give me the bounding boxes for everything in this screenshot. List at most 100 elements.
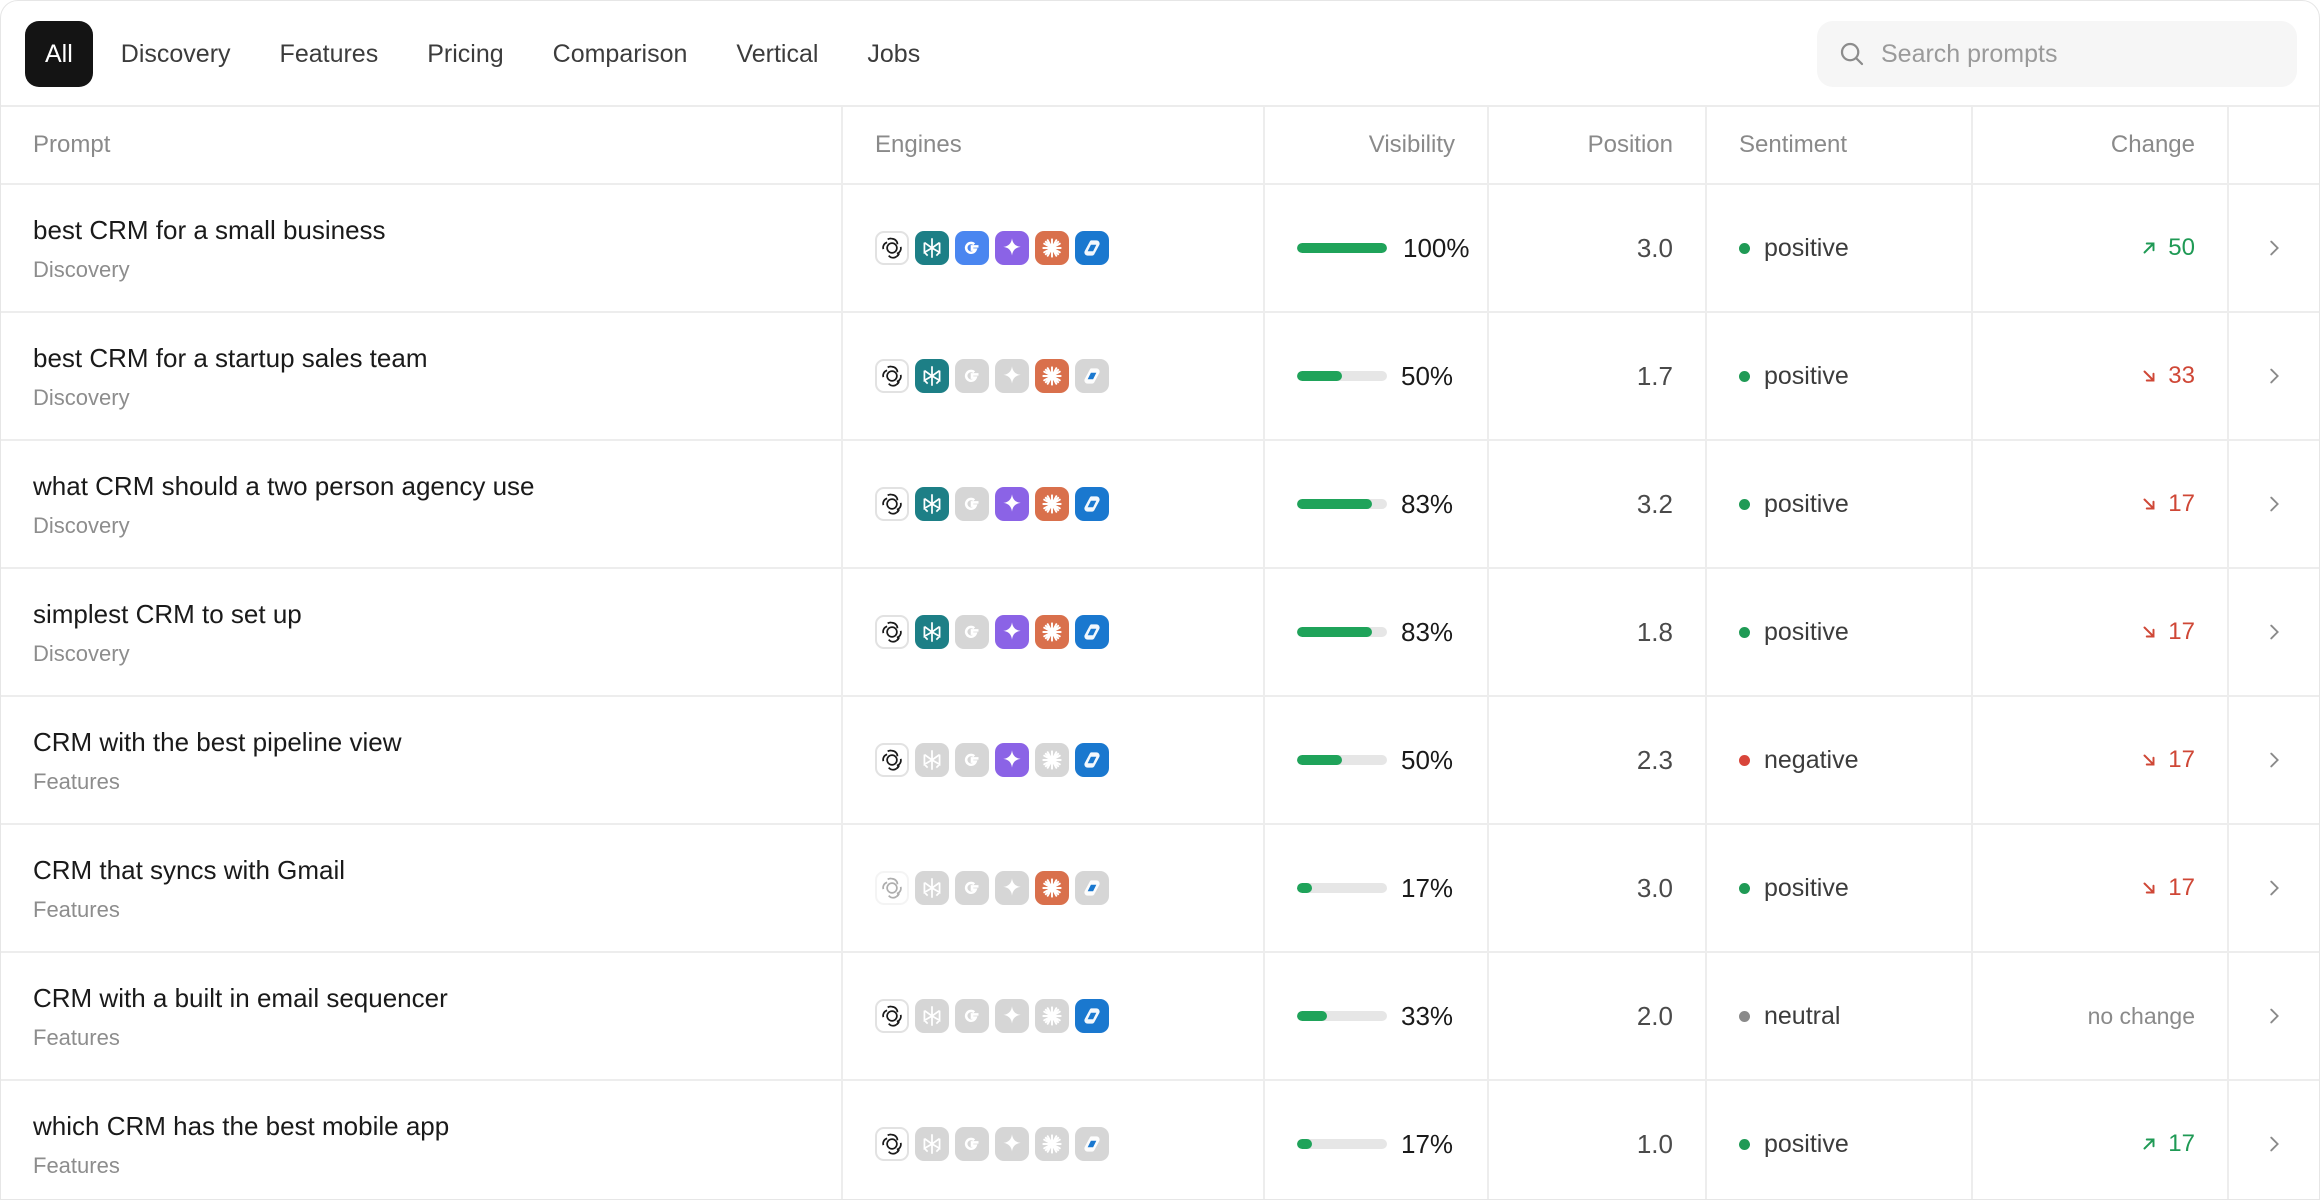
sentiment-label: neutral bbox=[1764, 1001, 1841, 1030]
table-row[interactable]: CRM with a built in email sequencer Featu… bbox=[1, 953, 2319, 1081]
change-value: 17 bbox=[2140, 746, 2195, 774]
gemini-icon bbox=[995, 359, 1029, 393]
google-icon bbox=[955, 871, 989, 905]
table-row[interactable]: best CRM for a startup sales team Discove… bbox=[1, 313, 2319, 441]
column-divider bbox=[1971, 107, 1973, 185]
change-value: 17 bbox=[2140, 490, 2195, 518]
openai-icon bbox=[875, 871, 909, 905]
gemini-icon bbox=[995, 871, 1029, 905]
tab-vertical[interactable]: Vertical bbox=[712, 21, 842, 87]
search-input[interactable] bbox=[1881, 39, 2281, 69]
column-divider bbox=[841, 825, 843, 953]
visibility-value: 33% bbox=[1401, 1000, 1454, 1031]
trend-up-icon bbox=[2140, 1135, 2168, 1153]
column-divider bbox=[1971, 569, 1973, 697]
search-box[interactable] bbox=[1817, 21, 2297, 87]
sentiment-label: positive bbox=[1764, 1129, 1849, 1158]
visibility-cell: 50% bbox=[1297, 697, 1461, 823]
row-open-button[interactable] bbox=[2227, 569, 2319, 695]
position-cell: 3.2 bbox=[1489, 441, 1673, 567]
chevron-right-icon bbox=[2263, 493, 2285, 515]
column-header-engines[interactable]: Engines bbox=[875, 107, 1255, 183]
column-header-prompt[interactable]: Prompt bbox=[33, 107, 813, 183]
chevron-right-icon bbox=[2263, 1005, 2285, 1027]
openai-icon bbox=[875, 1127, 909, 1161]
gemini-icon bbox=[995, 1127, 1029, 1161]
copilot-icon bbox=[1075, 487, 1109, 521]
column-divider bbox=[1971, 825, 1973, 953]
column-divider bbox=[841, 1081, 843, 1199]
sentiment-cell: negative bbox=[1739, 697, 1959, 823]
prompt-category: Discovery bbox=[33, 513, 130, 538]
column-header-sentiment[interactable]: Sentiment bbox=[1739, 107, 1959, 183]
prompt-category: Discovery bbox=[33, 385, 130, 410]
prompts-table: Prompt Engines Visibility Position Senti… bbox=[1, 107, 2319, 1199]
visibility-bar-fill bbox=[1297, 1139, 1313, 1149]
prompt-text: best CRM for a small business bbox=[33, 215, 386, 245]
openai-icon bbox=[875, 231, 909, 265]
row-open-button[interactable] bbox=[2227, 185, 2319, 311]
column-divider bbox=[1705, 569, 1707, 697]
column-divider bbox=[1263, 107, 1265, 185]
visibility-bar-fill bbox=[1297, 499, 1372, 509]
change-cell: 17 bbox=[1973, 697, 2195, 823]
perplexity-icon bbox=[915, 231, 949, 265]
column-divider bbox=[2227, 1081, 2229, 1199]
column-divider bbox=[1263, 441, 1265, 569]
column-header-change[interactable]: Change bbox=[1973, 107, 2195, 183]
column-divider bbox=[1705, 953, 1707, 1081]
column-divider bbox=[2227, 313, 2229, 441]
row-open-button[interactable] bbox=[2227, 1081, 2319, 1199]
prompt-category: Features bbox=[33, 1025, 120, 1050]
row-open-button[interactable] bbox=[2227, 441, 2319, 567]
openai-icon bbox=[875, 999, 909, 1033]
column-divider bbox=[1487, 441, 1489, 569]
tab-pricing[interactable]: Pricing bbox=[403, 21, 527, 87]
position-value: 3.0 bbox=[1636, 872, 1673, 903]
tab-all[interactable]: All bbox=[25, 21, 93, 87]
column-divider bbox=[1705, 1081, 1707, 1199]
table-row[interactable]: simplest CRM to set up Discovery 83% 1.8 pos… bbox=[1, 569, 2319, 697]
sentiment-dot bbox=[1739, 1138, 1750, 1150]
table-row[interactable]: CRM that syncs with Gmail Features 17% 3.0 p… bbox=[1, 825, 2319, 953]
position-cell: 1.7 bbox=[1489, 313, 1673, 439]
column-divider bbox=[1263, 825, 1265, 953]
column-divider bbox=[1705, 697, 1707, 825]
column-divider bbox=[1263, 1081, 1265, 1199]
column-header-position[interactable]: Position bbox=[1489, 107, 1673, 183]
tab-discovery[interactable]: Discovery bbox=[97, 21, 255, 87]
prompt-category: Discovery bbox=[33, 257, 130, 282]
column-divider bbox=[1487, 697, 1489, 825]
row-open-button[interactable] bbox=[2227, 313, 2319, 439]
claude-icon bbox=[1035, 231, 1069, 265]
google-icon bbox=[955, 1127, 989, 1161]
prompt-cell: what CRM should a two person agency use D… bbox=[33, 441, 813, 567]
table-row[interactable]: which CRM has the best mobile app Feature… bbox=[1, 1081, 2319, 1199]
prompt-category: Discovery bbox=[33, 641, 130, 666]
tab-jobs[interactable]: Jobs bbox=[843, 21, 944, 87]
row-open-button[interactable] bbox=[2227, 825, 2319, 951]
row-open-button[interactable] bbox=[2227, 697, 2319, 823]
column-header-visibility[interactable]: Visibility bbox=[1263, 107, 1455, 183]
prompt-text: CRM that syncs with Gmail bbox=[33, 855, 346, 885]
google-icon bbox=[955, 743, 989, 777]
column-divider bbox=[1971, 953, 1973, 1081]
table-row[interactable]: what CRM should a two person agency use D… bbox=[1, 441, 2319, 569]
table-row[interactable]: CRM with the best pipeline view Features 5… bbox=[1, 697, 2319, 825]
engines-cell bbox=[875, 825, 1255, 951]
copilot-icon bbox=[1075, 743, 1109, 777]
change-value: 33 bbox=[2140, 362, 2195, 390]
trend-up-icon bbox=[2140, 239, 2168, 257]
column-divider bbox=[1263, 313, 1265, 441]
change-cell: 17 bbox=[1973, 569, 2195, 695]
google-icon bbox=[955, 615, 989, 649]
row-open-button[interactable] bbox=[2227, 953, 2319, 1079]
prompt-cell: simplest CRM to set up Discovery bbox=[33, 569, 813, 695]
visibility-bar-fill bbox=[1297, 627, 1372, 637]
visibility-bar bbox=[1297, 627, 1387, 637]
tab-features[interactable]: Features bbox=[256, 21, 403, 87]
visibility-bar-fill bbox=[1297, 883, 1313, 893]
change-cell: 17 bbox=[1973, 441, 2195, 567]
table-row[interactable]: best CRM for a small business Discovery 10… bbox=[1, 185, 2319, 313]
tab-comparison[interactable]: Comparison bbox=[529, 21, 712, 87]
